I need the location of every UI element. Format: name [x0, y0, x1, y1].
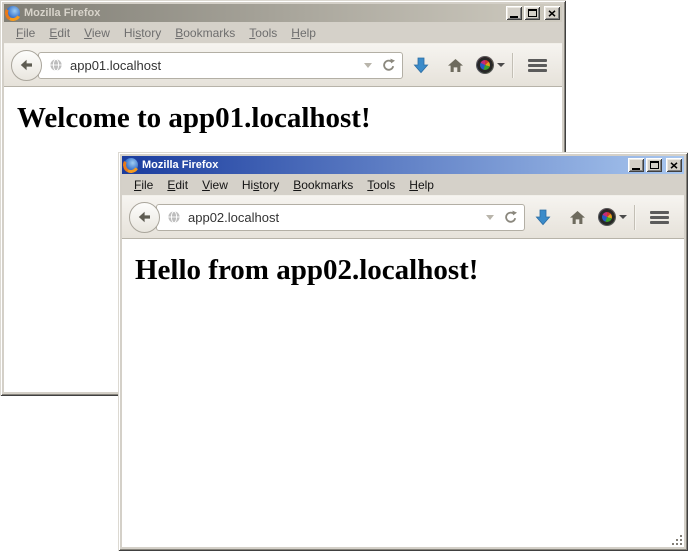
urlbar-dropdown-icon[interactable] [364, 63, 372, 68]
menu-bar: File Edit View History Bookmarks Tools H… [4, 22, 562, 43]
url-input[interactable]: app01.localhost [38, 52, 403, 79]
addon-caret-icon [619, 215, 627, 219]
firefox-logo-icon [6, 6, 20, 20]
firefox-logo-icon [124, 158, 138, 172]
menu-history[interactable]: History [235, 176, 286, 194]
app-menu-button[interactable] [642, 200, 677, 234]
page-heading: Hello from app02.localhost! [135, 254, 684, 287]
back-button[interactable] [129, 202, 160, 233]
color-wheel-icon [599, 209, 615, 225]
menu-help[interactable]: Help [402, 176, 441, 194]
navigation-toolbar: app01.localhost [4, 43, 562, 87]
menu-view[interactable]: View [195, 176, 235, 194]
home-icon [569, 210, 586, 225]
menu-bookmarks[interactable]: Bookmarks [286, 176, 360, 194]
window-title: Mozilla Firefox [142, 159, 628, 171]
addon-caret-icon [497, 63, 505, 67]
back-arrow-icon [19, 57, 34, 73]
close-button[interactable] [544, 6, 560, 20]
menu-tools[interactable]: Tools [360, 176, 402, 194]
home-icon [447, 58, 464, 73]
reload-icon[interactable] [503, 210, 517, 224]
menu-bar: File Edit View History Bookmarks Tools H… [122, 174, 684, 195]
hamburger-icon [528, 59, 547, 62]
urlbar-dropdown-icon[interactable] [486, 215, 494, 220]
color-wheel-icon [477, 57, 493, 73]
menu-file[interactable]: File [127, 176, 160, 194]
reload-icon[interactable] [381, 58, 395, 72]
url-text: app01.localhost [70, 58, 364, 73]
download-arrow-icon [413, 57, 429, 74]
menu-view[interactable]: View [77, 24, 117, 42]
browser-window-app02[interactable]: Mozilla Firefox File Edit View History B… [118, 152, 688, 551]
downloads-button[interactable] [525, 200, 560, 234]
addon-colorwheel-button[interactable] [595, 200, 630, 234]
menu-history[interactable]: History [117, 24, 168, 42]
downloads-button[interactable] [403, 48, 438, 82]
globe-icon [49, 58, 63, 72]
app-menu-button[interactable] [520, 48, 555, 82]
menu-edit[interactable]: Edit [160, 176, 195, 194]
titlebar[interactable]: Mozilla Firefox [122, 156, 684, 174]
back-arrow-icon [137, 209, 152, 225]
window-title: Mozilla Firefox [24, 7, 506, 19]
download-arrow-icon [535, 209, 551, 226]
menu-file[interactable]: File [9, 24, 42, 42]
menu-bookmarks[interactable]: Bookmarks [168, 24, 242, 42]
maximize-button[interactable] [646, 158, 662, 172]
minimize-button[interactable] [628, 158, 644, 172]
addon-colorwheel-button[interactable] [473, 48, 508, 82]
back-button[interactable] [11, 50, 42, 81]
url-input[interactable]: app02.localhost [156, 204, 525, 231]
menu-edit[interactable]: Edit [42, 24, 77, 42]
page-content-app02: Hello from app02.localhost! [122, 239, 684, 547]
minimize-button[interactable] [506, 6, 522, 20]
home-button[interactable] [560, 200, 595, 234]
menu-tools[interactable]: Tools [242, 24, 284, 42]
close-icon [548, 10, 556, 17]
home-button[interactable] [438, 48, 473, 82]
page-heading: Welcome to app01.localhost! [17, 102, 562, 135]
globe-icon [167, 210, 181, 224]
maximize-icon [650, 161, 659, 169]
resize-grip[interactable] [671, 534, 684, 547]
navigation-toolbar: app02.localhost [122, 195, 684, 239]
maximize-button[interactable] [524, 6, 540, 20]
toolbar-separator [512, 53, 513, 78]
menu-help[interactable]: Help [284, 24, 323, 42]
minimize-icon [510, 16, 518, 18]
maximize-icon [528, 9, 537, 17]
toolbar-separator [634, 205, 635, 230]
url-text: app02.localhost [188, 210, 486, 225]
hamburger-icon [650, 211, 669, 214]
titlebar[interactable]: Mozilla Firefox [4, 4, 562, 22]
minimize-icon [632, 168, 640, 170]
close-button[interactable] [666, 158, 682, 172]
close-icon [670, 162, 678, 169]
